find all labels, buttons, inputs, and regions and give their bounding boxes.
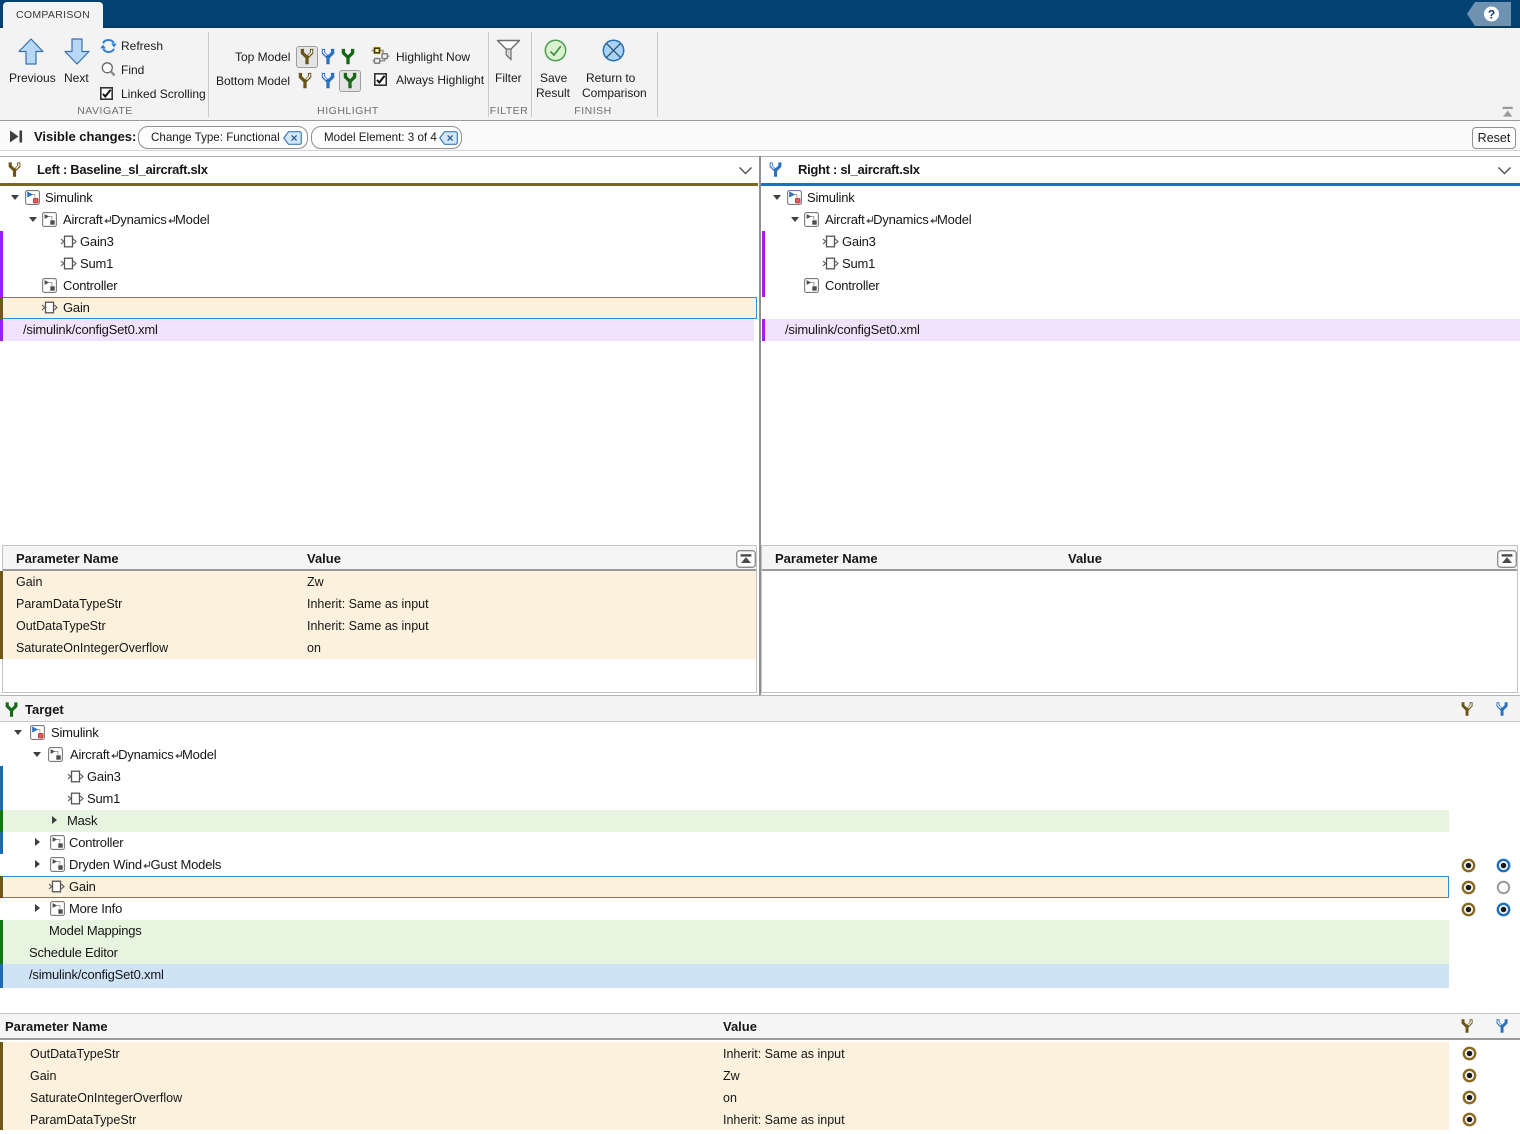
svg-text:?: ? <box>1488 8 1495 22</box>
